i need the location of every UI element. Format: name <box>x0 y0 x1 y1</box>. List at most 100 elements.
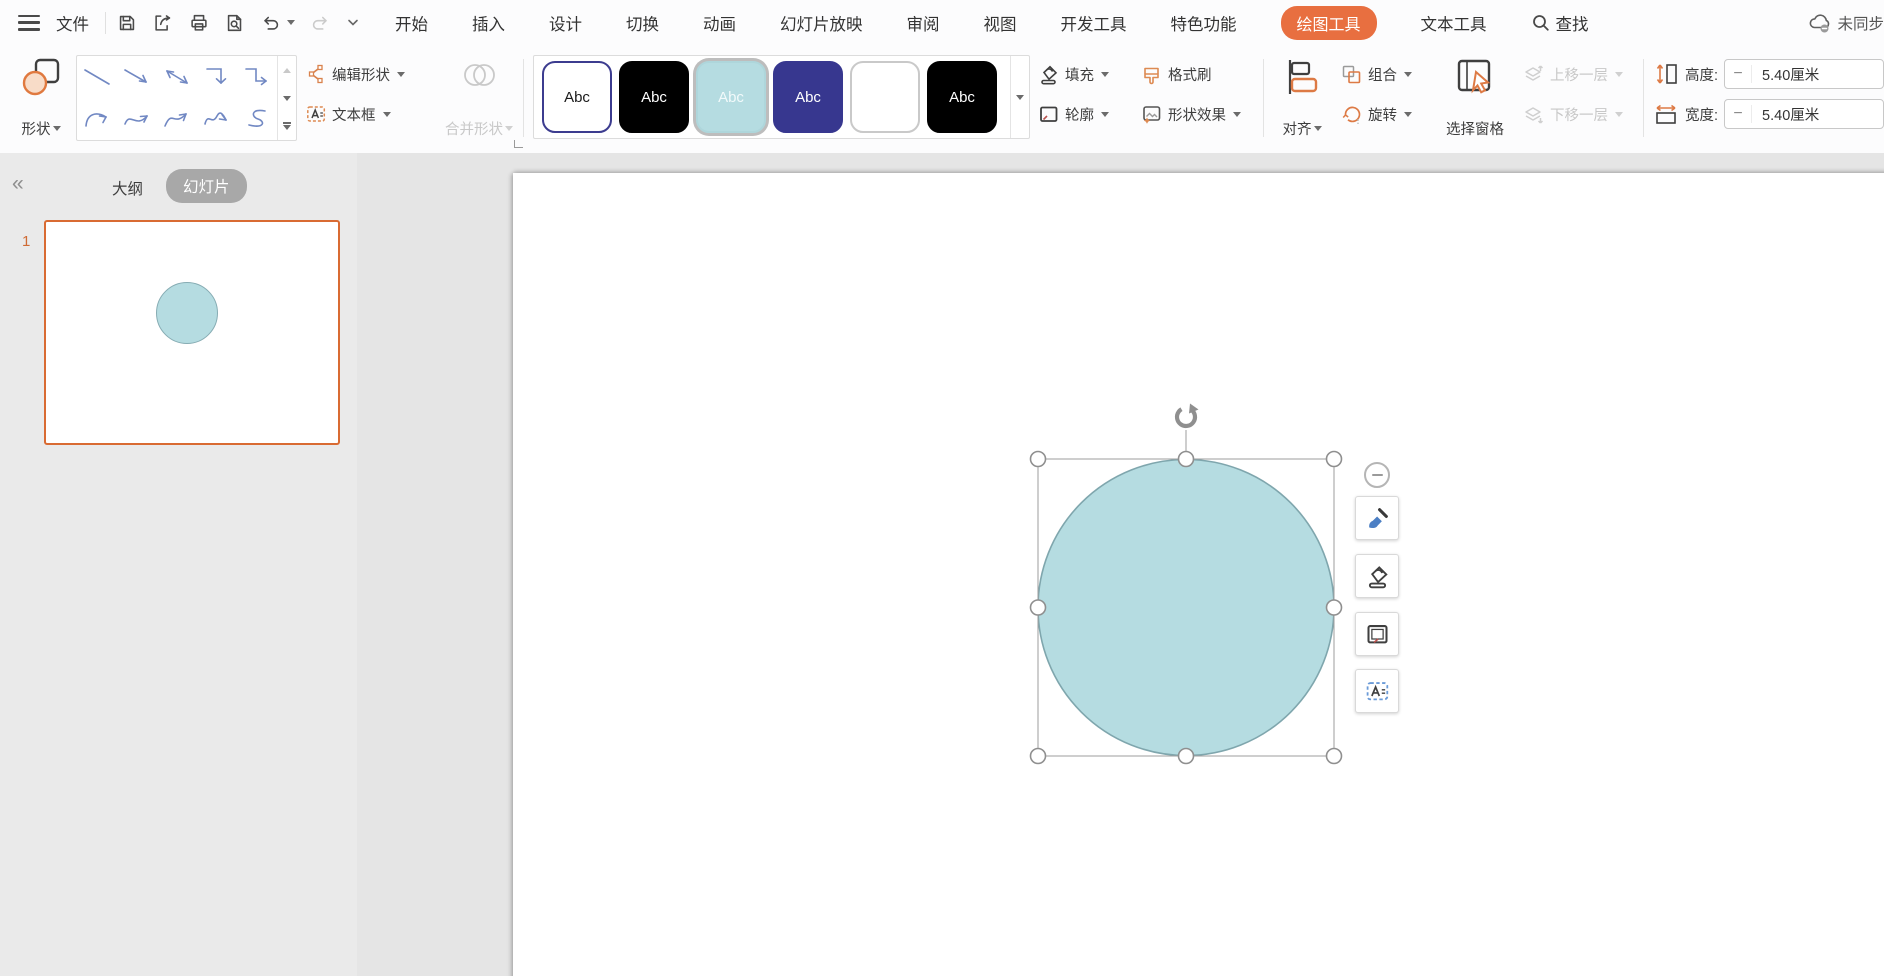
shape-gallery-item-elbow-arrow-connector[interactable] <box>237 56 277 97</box>
file-menu-button[interactable]: 文件 <box>50 7 95 39</box>
menu-tab-review[interactable]: 审阅 <box>907 11 940 35</box>
shape-gallery-item-arrow[interactable] <box>117 56 157 97</box>
shape-effects-button[interactable]: 形状效果 <box>1140 97 1241 131</box>
ellipse-shape[interactable] <box>1038 460 1334 756</box>
width-control: 宽度: − 5.40厘米 <box>1653 99 1884 129</box>
edit-shape-button[interactable]: 编辑形状 <box>305 57 405 91</box>
shapes-icon <box>19 55 63 99</box>
gallery-scroll-down-button[interactable] <box>278 84 295 112</box>
gallery-expand-button[interactable] <box>278 112 295 140</box>
undo-button[interactable] <box>260 12 295 34</box>
height-decrement-button[interactable]: − <box>1725 65 1752 83</box>
main-menu-icon[interactable] <box>18 15 40 31</box>
search-button[interactable]: 查找 <box>1531 11 1589 35</box>
ruler-corner-mark <box>514 140 523 148</box>
shape-gallery-item-double-arrow[interactable] <box>157 56 197 97</box>
shapes-button[interactable]: 形状 <box>12 55 70 139</box>
style-gallery-dropdown-button[interactable] <box>1010 56 1029 138</box>
text-box-icon <box>305 103 327 125</box>
shape-gallery-item-s-curve[interactable] <box>237 97 277 138</box>
quick-style-brush-button[interactable] <box>1355 496 1399 540</box>
shape-gallery-item-curve-arrow-2[interactable] <box>157 97 197 138</box>
shape-gallery-item-squiggle-arrow[interactable] <box>197 97 237 138</box>
shape-gallery-scrollbar <box>277 56 295 140</box>
height-value[interactable]: 5.40厘米 <box>1752 64 1819 85</box>
text-box-button[interactable]: 文本框 <box>305 97 391 131</box>
brush-icon <box>1364 505 1391 532</box>
quick-outline-button[interactable] <box>1355 612 1399 656</box>
tab-slides[interactable]: 幻灯片 <box>166 169 247 203</box>
slide-editor-canvas[interactable] <box>357 153 1884 976</box>
sync-status[interactable]: 未同步 <box>1807 11 1884 35</box>
collapse-quick-toolbar-button[interactable] <box>1364 462 1390 488</box>
shape-gallery-item-line[interactable] <box>77 56 117 97</box>
style-swatch-plain-white[interactable]: Abc <box>850 61 920 133</box>
customize-toolbar-icon[interactable] <box>345 15 361 31</box>
resize-handle-nw[interactable] <box>1031 452 1046 467</box>
collapse-panel-button[interactable]: « <box>12 173 24 194</box>
selection-pane-label: 选择窗格 <box>1446 118 1504 139</box>
outline-button[interactable]: 轮廓 <box>1037 97 1109 131</box>
slide-thumbnail-1[interactable] <box>44 220 340 445</box>
tab-outline[interactable]: 大纲 <box>112 177 143 199</box>
bring-forward-button-disabled: 上移一层 <box>1522 57 1623 91</box>
fill-button[interactable]: 填充 <box>1037 57 1109 91</box>
shape-gallery-item-s-curve-arrow[interactable] <box>117 97 157 138</box>
resize-handle-ne[interactable] <box>1327 452 1342 467</box>
width-decrement-button[interactable]: − <box>1725 105 1752 123</box>
shape-effects-label: 形状效果 <box>1168 104 1226 125</box>
search-label: 查找 <box>1556 11 1589 35</box>
height-field[interactable]: − 5.40厘米 <box>1724 59 1884 89</box>
style-swatch-white-navy-outline[interactable]: Abc <box>542 61 612 133</box>
resize-handle-se[interactable] <box>1327 749 1342 764</box>
style-swatch-black[interactable]: Abc <box>619 61 689 133</box>
shape-gallery-item-elbow-connector[interactable] <box>197 56 237 97</box>
menu-tab-design[interactable]: 设计 <box>549 11 582 35</box>
cloud-sync-icon <box>1807 11 1833 35</box>
quick-fill-button[interactable] <box>1355 554 1399 598</box>
sync-label: 未同步 <box>1837 12 1884 34</box>
quick-textbox-button[interactable] <box>1355 669 1399 713</box>
width-value[interactable]: 5.40厘米 <box>1752 104 1819 125</box>
resize-handle-n[interactable] <box>1179 452 1194 467</box>
format-painter-button[interactable]: 格式刷 <box>1140 57 1212 91</box>
double-arrow-icon <box>158 62 196 92</box>
shape-gallery-item-curved-arrow[interactable] <box>77 97 117 138</box>
menu-tab-insert[interactable]: 插入 <box>472 11 505 35</box>
resize-handle-e[interactable] <box>1327 600 1342 615</box>
style-swatch-indigo[interactable]: Abc <box>773 61 843 133</box>
width-field[interactable]: − 5.40厘米 <box>1724 99 1884 129</box>
ribbon-drawing-tools: 形状 编辑形状 文本框 合并形状 AbcAbcAbcA <box>0 45 1884 154</box>
slide-number: 1 <box>22 233 30 250</box>
send-backward-icon <box>1522 103 1545 126</box>
style-swatch-black-2[interactable]: Abc <box>927 61 997 133</box>
print-preview-icon[interactable] <box>224 12 246 34</box>
resize-handle-sw[interactable] <box>1031 749 1046 764</box>
group-button[interactable]: 组合 <box>1340 57 1412 91</box>
align-button[interactable]: 对齐 <box>1269 55 1335 139</box>
menu-tab-transition[interactable]: 切换 <box>626 11 659 35</box>
menu-tab-home[interactable]: 开始 <box>395 11 428 35</box>
menu-tab-view[interactable]: 视图 <box>984 11 1017 35</box>
menu-tab-text-tools[interactable]: 文本工具 <box>1421 11 1487 35</box>
menu-tab-special-features[interactable]: 特色功能 <box>1171 11 1237 35</box>
rotate-icon <box>1340 103 1363 126</box>
menu-tab-drawing-tools[interactable]: 绘图工具 <box>1281 6 1377 40</box>
undo-dropdown-caret[interactable] <box>287 20 295 25</box>
send-backward-button-disabled: 下移一层 <box>1522 97 1623 131</box>
style-swatch-teal[interactable]: Abc <box>696 61 766 133</box>
save-icon[interactable] <box>116 12 138 34</box>
menu-tab-animation[interactable]: 动画 <box>703 11 736 35</box>
resize-handle-s[interactable] <box>1179 749 1194 764</box>
search-icon <box>1531 13 1551 33</box>
menu-tab-developer[interactable]: 开发工具 <box>1061 11 1127 35</box>
rotate-button[interactable]: 旋转 <box>1340 97 1412 131</box>
gallery-scroll-up-button[interactable] <box>278 56 295 84</box>
resize-handle-w[interactable] <box>1031 600 1046 615</box>
export-pdf-icon[interactable] <box>152 12 174 34</box>
menu-tab-slideshow[interactable]: 幻灯片放映 <box>780 11 863 35</box>
divider <box>105 12 106 34</box>
print-icon[interactable] <box>188 12 210 34</box>
height-control: 高度: − 5.40厘米 <box>1653 59 1884 89</box>
selection-pane-button[interactable]: 选择窗格 <box>1435 55 1515 139</box>
